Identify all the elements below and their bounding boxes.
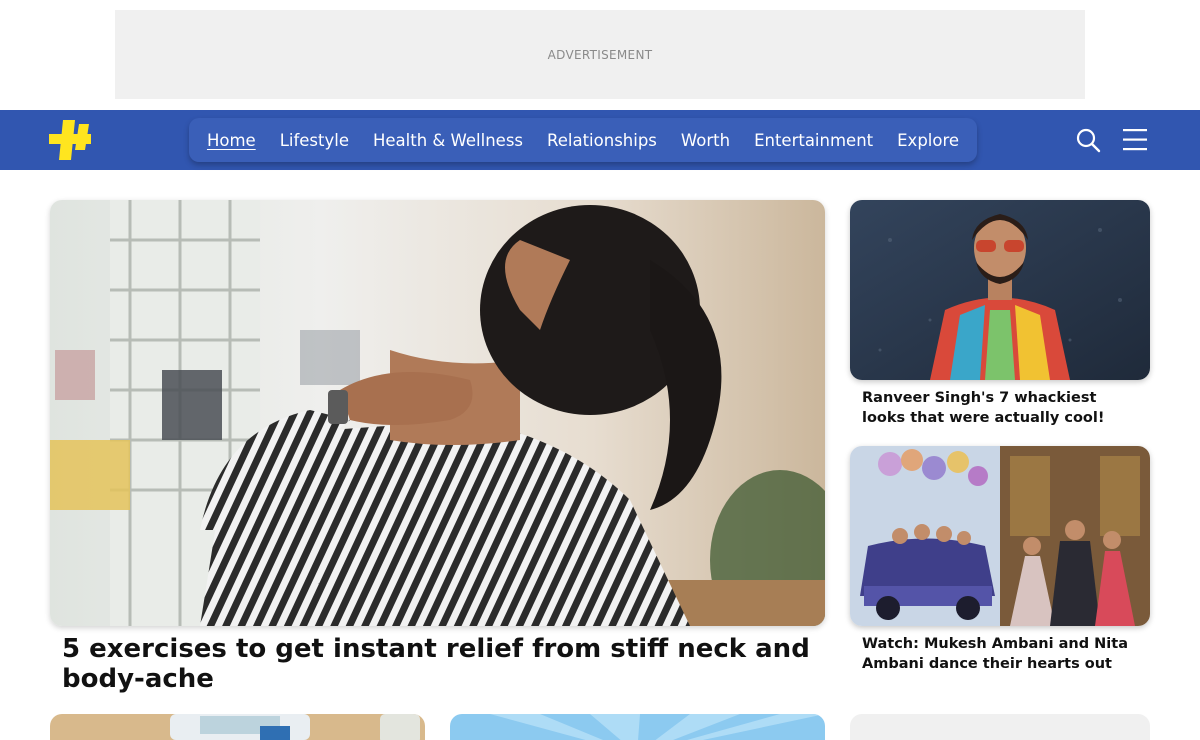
hero-article-image[interactable] [50,200,825,626]
advertisement-card[interactable] [850,714,1150,740]
nav-link-lifestyle[interactable]: Lifestyle [280,131,349,150]
search-icon[interactable] [1074,126,1102,154]
advertisement-label: ADVERTISEMENT [547,47,653,62]
hamburger-menu-icon[interactable] [1121,126,1149,154]
advertisement-banner[interactable]: ADVERTISEMENT [115,10,1085,99]
hero-article-title[interactable]: 5 exercises to get instant relief from s… [62,634,813,694]
side-article-image[interactable] [850,200,1150,380]
side-article-card[interactable]: Ranveer Singh's 7 whackiest looks that w… [850,200,1150,428]
nav-link-entertainment[interactable]: Entertainment [754,131,873,150]
hero-article[interactable]: 5 exercises to get instant relief from s… [50,200,825,694]
side-article-title[interactable]: Watch: Mukesh Ambani and Nita Ambani dan… [862,634,1138,674]
side-article-title[interactable]: Ranveer Singh's 7 whackiest looks that w… [862,388,1138,428]
side-article-card[interactable]: Watch: Mukesh Ambani and Nita Ambani dan… [850,446,1150,674]
nav-link-relationships[interactable]: Relationships [547,131,657,150]
nav-link-home[interactable]: Home [207,131,256,150]
main-navbar: Home Lifestyle Health & Wellness Relatio… [0,110,1200,170]
nav-link-health-wellness[interactable]: Health & Wellness [373,131,523,150]
primary-nav: Home Lifestyle Health & Wellness Relatio… [189,118,977,162]
article-card-image[interactable] [50,714,425,740]
plus-logo-icon[interactable] [49,120,91,160]
article-card-image[interactable] [450,714,825,740]
nav-link-worth[interactable]: Worth [681,131,730,150]
nav-link-explore[interactable]: Explore [897,131,959,150]
side-article-image[interactable] [850,446,1150,626]
